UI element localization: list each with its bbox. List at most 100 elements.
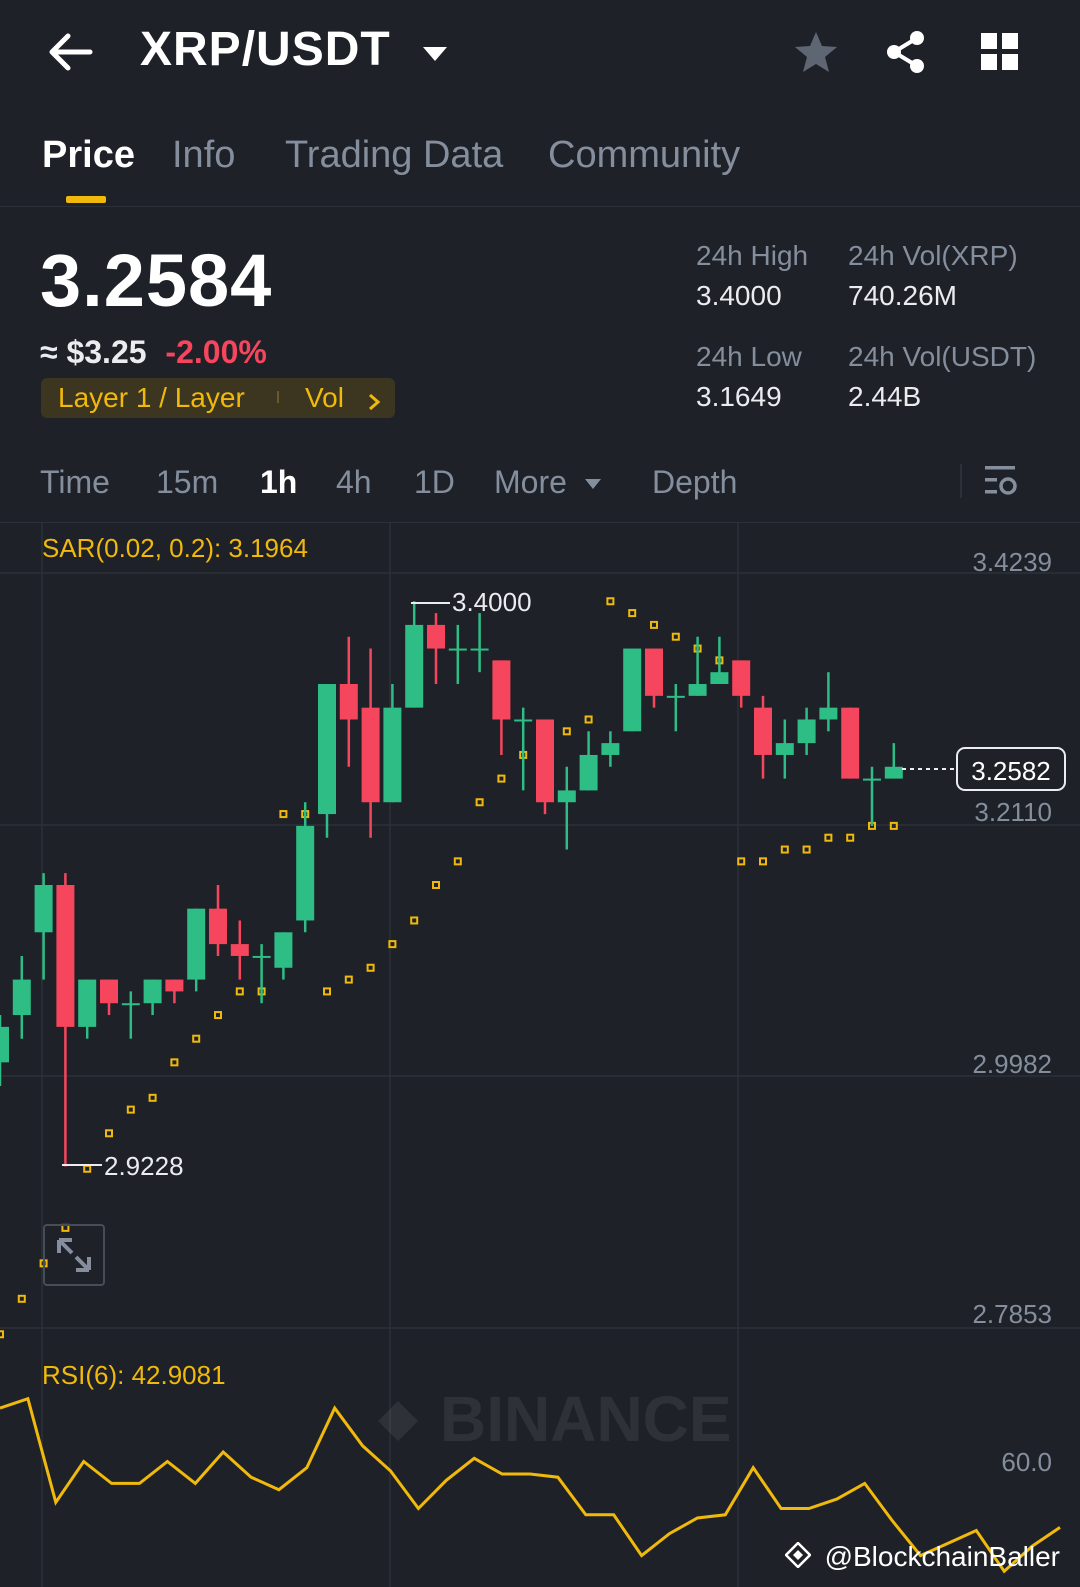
fiat-price-line: ≈ $3.25 -2.00% [40, 334, 267, 371]
rsi-label: RSI(6): 42.9081 [42, 1360, 226, 1390]
candle-body [666, 695, 685, 698]
candle-body [143, 979, 162, 1004]
sar-dot [432, 881, 440, 890]
tab-info[interactable]: Info [172, 134, 235, 177]
pair-title: XRP/USDT [140, 23, 391, 76]
candle-body [492, 660, 511, 720]
current-price-label: 3.2582 [971, 756, 1051, 786]
candle-body [274, 932, 293, 968]
share-icon[interactable] [882, 28, 930, 76]
interval-1h[interactable]: 1h [260, 464, 297, 501]
expand-icon [57, 1238, 91, 1272]
candle-body [514, 719, 533, 722]
tab-community[interactable]: Community [548, 134, 740, 177]
candle-body [797, 719, 816, 744]
candle-body [863, 778, 881, 781]
sar-dot [170, 1058, 179, 1067]
pair-selector[interactable]: XRP/USDT [140, 22, 449, 77]
candle-body [296, 825, 315, 921]
category-tag[interactable]: Layer 1 / Layer Vol [41, 378, 395, 418]
interval-depth[interactable]: Depth [652, 464, 737, 501]
stat-24h-vol-base-label: 24h Vol(XRP) [848, 240, 1018, 271]
high-marker: 3.4000 [411, 587, 532, 617]
sar-dot [0, 1330, 4, 1339]
candle-body [252, 955, 271, 958]
candlestick-chart[interactable]: BINANCE 3.4239 3.2110 2.9982 2.7853 60.0… [0, 523, 1080, 1587]
stat-24h-low-value: 3.1649 [696, 381, 782, 412]
candle-body [710, 672, 729, 685]
candle-body [536, 719, 554, 803]
stat-24h-high-value: 3.4000 [696, 280, 782, 311]
caret-down-icon [421, 21, 449, 76]
sar-dot [279, 810, 288, 819]
low-marker-label: 2.9228 [104, 1151, 184, 1181]
sar-dot [606, 597, 615, 606]
y-tick-label: 3.4239 [972, 547, 1052, 577]
tag-divider [277, 391, 279, 403]
sar-dot [214, 1011, 222, 1020]
tab-price[interactable]: Price [42, 134, 135, 177]
sar-dot [824, 833, 833, 842]
interval-more-label: More [494, 464, 567, 500]
candle-body [165, 979, 184, 992]
caret-down-icon [584, 461, 602, 498]
sar-dot [889, 821, 898, 830]
candle-body [601, 743, 620, 755]
candle-body [688, 684, 707, 696]
tab-trading-data[interactable]: Trading Data [285, 134, 503, 177]
star-icon[interactable] [792, 28, 840, 76]
stat-24h-low-label: 24h Low [696, 341, 802, 372]
chart-area[interactable]: BINANCE 3.4239 3.2110 2.9982 2.7853 60.0… [0, 523, 1080, 1587]
candle-body [187, 908, 206, 980]
y-tick-label: 3.2110 [974, 797, 1052, 827]
active-tab-indicator [66, 196, 106, 203]
sar-dot [17, 1294, 26, 1303]
grid-icon[interactable] [978, 30, 1022, 74]
sar-dot [650, 620, 658, 629]
sar-dot [366, 963, 375, 972]
interval-more[interactable]: More [494, 464, 602, 501]
low-marker: 2.9228 [62, 1151, 184, 1181]
current-price-marker: 3.2582 [902, 747, 1066, 791]
interval-4h[interactable]: 4h [336, 464, 372, 501]
tag-vol: Vol [305, 382, 344, 413]
sar-dot [148, 1093, 157, 1102]
expand-chart-button[interactable] [43, 1224, 105, 1286]
arrow-left-icon[interactable] [40, 28, 100, 76]
candle-body [754, 707, 772, 755]
binance-logo-icon [784, 1541, 812, 1575]
y-tick-label: 2.9982 [972, 1049, 1052, 1079]
toolbar-divider [960, 464, 962, 498]
header: XRP/USDT [0, 0, 1080, 110]
last-price: 3.2584 [40, 239, 273, 322]
candles [0, 601, 903, 1167]
sar-dot [453, 857, 462, 866]
candle-body [339, 684, 358, 720]
interval-bar: Time 15m 1h 4h 1D More Depth [0, 450, 1080, 523]
candle-body [557, 790, 576, 803]
candle-body [579, 754, 598, 791]
interval-1d[interactable]: 1D [414, 464, 455, 501]
candle-body [645, 648, 663, 696]
sar-dot [562, 727, 571, 736]
watermark-text: BINANCE [440, 1383, 732, 1455]
sar-dot [497, 774, 506, 783]
interval-time[interactable]: Time [40, 464, 110, 501]
candle-body [0, 1026, 9, 1063]
sar-dot [344, 975, 353, 984]
chart-settings-icon[interactable] [983, 462, 1019, 500]
sar-dot [126, 1105, 135, 1114]
candle-body [405, 624, 424, 708]
interval-15m[interactable]: 15m [156, 464, 218, 501]
source-credit-text: @BlockchainBaller [824, 1540, 1060, 1572]
sar-dot [759, 857, 767, 866]
sar-dot [628, 609, 637, 618]
candle-body [841, 707, 860, 779]
sar-dot [802, 845, 811, 854]
stat-24h-vol-base-value: 740.26M [848, 280, 957, 311]
candle-body [383, 707, 402, 803]
candle-body [78, 979, 97, 1027]
tag-layer: Layer 1 / Layer [58, 382, 245, 413]
candle-body [427, 624, 445, 649]
candle-body [209, 908, 227, 945]
